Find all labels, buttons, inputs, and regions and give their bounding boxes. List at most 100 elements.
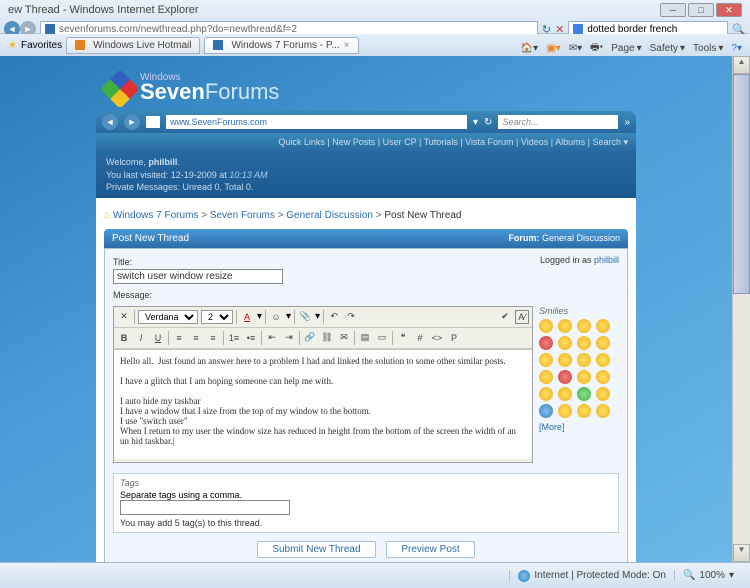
smiley-sick[interactable] [577,387,591,401]
help-icon[interactable]: ?▾ [731,43,742,54]
smiley-happy[interactable] [539,319,553,333]
minimize-button[interactable]: ─ [660,3,686,17]
email-icon[interactable]: ✉ [337,331,351,345]
ql-vistaforum[interactable]: Vista Forum [465,137,513,147]
font-select[interactable]: Verdana [138,310,198,324]
safety-menu[interactable]: Safety▾ [650,43,685,54]
smiley-tongue[interactable] [596,319,610,333]
title-input[interactable] [113,269,283,284]
undo-icon[interactable]: ↶ [327,310,341,324]
welcome-user[interactable]: philbill [148,157,177,167]
ql-videos[interactable]: Videos [521,137,548,147]
image-icon[interactable]: ▤ [358,331,372,345]
ql-albums[interactable]: Albums [555,137,585,147]
private-messages-link[interactable]: Private Messages: Unread 0, Total 0. [106,182,253,192]
nav-fwd-icon[interactable]: ► [124,114,140,130]
smiley-lol[interactable] [558,404,572,418]
tab-hotmail[interactable]: Windows Live Hotmail [66,37,200,54]
crumb-w7forums[interactable]: Windows 7 Forums [113,210,199,221]
smiley-roll[interactable] [558,336,572,350]
maximize-button[interactable]: □ [688,3,714,17]
smiley-shock[interactable] [596,353,610,367]
smiley-sleep[interactable] [596,370,610,384]
outdent-icon[interactable]: ⇤ [265,331,279,345]
align-center-icon[interactable]: ≡ [189,331,203,345]
smiley-dev[interactable] [577,404,591,418]
forum-url[interactable]: www.SevenForums.com [166,115,467,129]
close-button[interactable]: ✕ [716,3,742,17]
more-smilies-link[interactable]: [More] [539,422,619,432]
spellcheck-icon[interactable]: ✔ [498,310,512,324]
crumb-general[interactable]: General Discussion [286,210,373,221]
ql-usercp[interactable]: User CP [383,137,417,147]
smiley-wink[interactable] [577,319,591,333]
page-menu[interactable]: Page▾ [611,43,641,54]
smiley-sad[interactable] [577,336,591,350]
code-icon[interactable]: # [413,331,427,345]
list-ol-icon[interactable]: 1≡ [227,331,241,345]
tab-close-icon[interactable]: × [344,40,350,51]
italic-icon[interactable]: I [134,331,148,345]
smiley-eek[interactable] [596,336,610,350]
reload-icon[interactable]: ↻ [484,117,492,128]
html-icon[interactable]: <> [430,331,444,345]
smiley-zip[interactable] [577,353,591,367]
logged-user-link[interactable]: philbill [594,255,619,265]
quote-icon[interactable]: ❝ [396,331,410,345]
ql-search[interactable]: Search [592,137,621,147]
forum-search-go-icon[interactable]: » [624,117,630,128]
submit-button[interactable]: Submit New Thread [257,541,375,558]
smiley-sarc[interactable] [558,387,572,401]
message-textarea[interactable] [114,349,532,459]
smiley-huh[interactable] [558,353,572,367]
smiley-grin[interactable] [558,319,572,333]
zoom-control[interactable]: 🔍 100% ▾ [674,570,742,581]
list-ul-icon[interactable]: •≡ [244,331,258,345]
ql-quicklinks[interactable]: Quick Links [278,137,325,147]
smiley-shy[interactable] [539,370,553,384]
home-icon[interactable]: 🏠▾ [521,43,538,54]
align-right-icon[interactable]: ≡ [206,331,220,345]
feeds-icon[interactable]: ▣▾ [546,43,560,54]
ql-tutorials[interactable]: Tutorials [424,137,458,147]
favorites-star-icon[interactable]: ★ [8,40,17,51]
scroll-up-button[interactable]: ▲ [733,56,750,74]
smiley-angry[interactable] [558,370,572,384]
tools-menu[interactable]: Tools▾ [693,43,723,54]
toggle-mode-icon[interactable]: A⁄ [515,310,529,324]
smiley-cry[interactable] [577,370,591,384]
bold-icon[interactable]: B [117,331,131,345]
site-logo[interactable]: Windows SevenForums [96,64,636,111]
nav-back-icon[interactable]: ◄ [102,114,118,130]
underline-icon[interactable]: U [151,331,165,345]
favorites-label[interactable]: Favorites [21,40,62,51]
attach-icon[interactable]: 📎 [298,310,312,324]
video-icon[interactable]: ▭ [375,331,389,345]
redo-icon[interactable]: ↷ [344,310,358,324]
vertical-scrollbar[interactable]: ▲ ▼ [732,56,750,562]
smiley-mad[interactable] [539,336,553,350]
align-left-icon[interactable]: ≡ [172,331,186,345]
smiley-party[interactable] [596,404,610,418]
scroll-thumb[interactable] [733,74,750,294]
unlink-icon[interactable]: ⛓ [320,331,334,345]
scroll-down-button[interactable]: ▼ [733,544,750,562]
crumb-sevenforums[interactable]: Seven Forums [210,210,275,221]
link-icon[interactable]: 🔗 [303,331,317,345]
preview-button[interactable]: Preview Post [386,541,474,558]
print-icon[interactable]: 🖶▾ [590,40,603,57]
forum-search-input[interactable]: Search... [498,115,618,129]
smiley-icon[interactable]: ☺ [269,310,283,324]
ql-newposts[interactable]: New Posts [332,137,375,147]
php-icon[interactable]: P [447,331,461,345]
indent-icon[interactable]: ⇥ [282,331,296,345]
home-icon[interactable]: ⌂ [104,210,110,221]
removefmt-icon[interactable]: ✕ [117,310,131,324]
smiley-think[interactable] [539,404,553,418]
mail-icon[interactable]: ✉▾ [569,43,582,54]
color-icon[interactable]: A [240,310,254,324]
tags-input[interactable] [120,500,290,515]
smiley-cool[interactable] [539,353,553,367]
size-select[interactable]: 2 [201,310,233,324]
smiley-conf[interactable] [596,387,610,401]
